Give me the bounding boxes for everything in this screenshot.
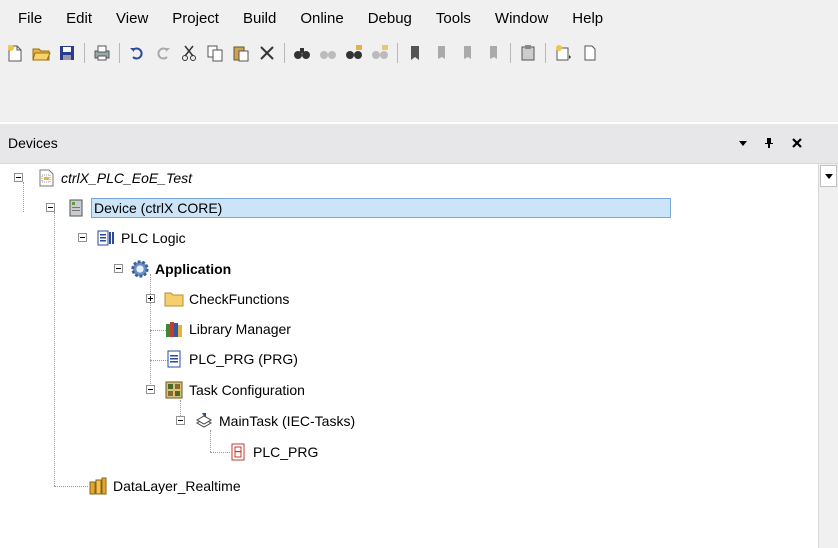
devices-tree: ctrlX_PLC_EoE_Test Device (ctrlX CORE) P…: [0, 164, 820, 548]
tree-item-plc-logic[interactable]: PLC Logic: [96, 226, 186, 250]
menu-bar: File Edit View Project Build Online Debu…: [0, 0, 838, 38]
collapse-toggle[interactable]: [114, 264, 123, 273]
tree-item-device[interactable]: Device (ctrlX CORE): [66, 196, 671, 220]
menu-build[interactable]: Build: [231, 0, 288, 38]
tree-item-label: Application: [155, 261, 232, 277]
print-icon[interactable]: [90, 41, 114, 65]
project-icon: [36, 168, 56, 188]
new-project-icon[interactable]: [3, 41, 27, 65]
tree-item-task-configuration[interactable]: Task Configuration: [164, 378, 305, 402]
toolbar-band: [0, 68, 838, 122]
collapse-toggle[interactable]: [78, 233, 87, 242]
tree-item-label: CheckFunctions: [189, 291, 290, 307]
find-next-icon[interactable]: [316, 41, 340, 65]
tree-item-plc-prg[interactable]: PLC_PRG (PRG): [164, 347, 298, 371]
task-icon: [194, 411, 214, 431]
tree-item-label: ctrlX_PLC_EoE_Test: [61, 170, 192, 186]
folder-icon: [164, 289, 184, 309]
tree-item-project[interactable]: ctrlX_PLC_EoE_Test: [36, 166, 192, 190]
save-icon[interactable]: [55, 41, 79, 65]
tree-connector: [23, 182, 24, 212]
collapse-toggle[interactable]: [14, 173, 23, 182]
tree-item-label: MainTask (IEC-Tasks): [219, 413, 356, 429]
tree-connector: [210, 452, 230, 453]
tree-item-checkfunctions[interactable]: CheckFunctions: [164, 287, 289, 311]
devices-panel-header: Devices: [0, 124, 838, 164]
library-icon: [164, 319, 184, 339]
cut-icon[interactable]: [177, 41, 201, 65]
toolbar-separator: [119, 43, 120, 63]
chevron-down-icon: [824, 174, 833, 179]
menu-view[interactable]: View: [104, 0, 160, 38]
program-icon: [164, 349, 184, 369]
overflow-icon[interactable]: [577, 41, 601, 65]
toolbar-separator: [545, 43, 546, 63]
collapse-toggle[interactable]: [176, 416, 185, 425]
redo-icon[interactable]: [151, 41, 175, 65]
device-icon: [66, 198, 86, 218]
menu-edit[interactable]: Edit: [54, 0, 104, 38]
add-object-icon[interactable]: [551, 41, 575, 65]
tree-connector: [150, 274, 151, 392]
tree-item-label: PLC_PRG (PRG): [189, 351, 298, 367]
bookmark-next-icon[interactable]: [429, 41, 453, 65]
tree-item-library-manager[interactable]: Library Manager: [164, 317, 291, 341]
tree-item-label: PLC_PRG: [253, 444, 319, 460]
scroll-dropdown-button[interactable]: [820, 165, 837, 187]
pin-icon[interactable]: [758, 132, 780, 154]
toolbar-separator: [397, 43, 398, 63]
tree-connector: [210, 430, 211, 452]
menu-help[interactable]: Help: [560, 0, 615, 38]
menu-file[interactable]: File: [0, 0, 54, 38]
datalayer-icon: [88, 476, 108, 496]
find-icon[interactable]: [290, 41, 314, 65]
menu-tools[interactable]: Tools: [424, 0, 483, 38]
open-project-icon[interactable]: [29, 41, 53, 65]
application-gear-icon: [130, 259, 150, 279]
menu-project[interactable]: Project: [160, 0, 231, 38]
menu-online[interactable]: Online: [288, 0, 355, 38]
menu-debug[interactable]: Debug: [356, 0, 424, 38]
tree-item-label: Task Configuration: [189, 382, 305, 398]
toolbar: [0, 38, 838, 68]
tree-item-label: Library Manager: [189, 321, 291, 337]
undo-icon[interactable]: [125, 41, 149, 65]
panel-menu-dropdown-icon[interactable]: [732, 132, 754, 154]
tree-item-maintask[interactable]: MainTask (IEC-Tasks): [194, 409, 355, 433]
toolbar-separator: [510, 43, 511, 63]
panel-title: Devices: [8, 135, 58, 151]
replace-icon[interactable]: [368, 41, 392, 65]
tree-item-label: Device (ctrlX CORE): [94, 200, 223, 216]
bookmark-prev-icon[interactable]: [455, 41, 479, 65]
close-icon[interactable]: [786, 132, 808, 154]
tree-item-label: PLC Logic: [121, 230, 186, 246]
program-call-icon: [228, 442, 248, 462]
tree-item-plc-prg-call[interactable]: PLC_PRG: [228, 440, 318, 464]
expand-toggle[interactable]: [146, 294, 155, 303]
toolbar-separator: [84, 43, 85, 63]
plc-logic-icon: [96, 228, 116, 248]
find-replace-icon[interactable]: [342, 41, 366, 65]
clipboard-icon[interactable]: [516, 41, 540, 65]
menu-window[interactable]: Window: [483, 0, 560, 38]
task-config-icon: [164, 380, 184, 400]
collapse-toggle[interactable]: [146, 385, 155, 394]
bookmark-clear-icon[interactable]: [481, 41, 505, 65]
delete-icon[interactable]: [255, 41, 279, 65]
tree-item-application[interactable]: Application: [130, 257, 231, 281]
tree-connector: [54, 212, 55, 486]
selection-highlight: Device (ctrlX CORE): [91, 198, 671, 218]
tree-item-datalayer-realtime[interactable]: DataLayer_Realtime: [88, 474, 241, 498]
tree-item-label: DataLayer_Realtime: [113, 478, 241, 494]
paste-icon[interactable]: [229, 41, 253, 65]
vertical-scrollbar[interactable]: [818, 164, 838, 548]
toolbar-separator: [284, 43, 285, 63]
bookmark-icon[interactable]: [403, 41, 427, 65]
collapse-toggle[interactable]: [46, 203, 55, 212]
tree-connector: [54, 486, 88, 487]
copy-icon[interactable]: [203, 41, 227, 65]
